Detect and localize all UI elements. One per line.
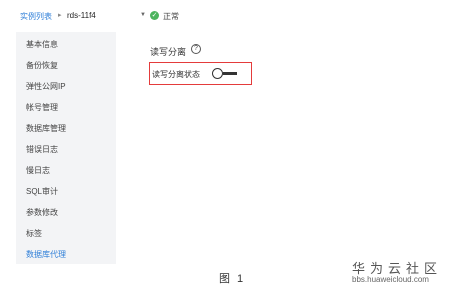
sidebar-item-database-proxy[interactable]: 数据库代理 (26, 249, 66, 260)
toggle-track (223, 72, 237, 75)
breadcrumb-separator-icon: ▸ (58, 12, 62, 19)
breadcrumb: 实例列表 ▸ rds-11f4 ▼ ✓ 正常 (0, 0, 450, 30)
sidebar-item-eip[interactable]: 弹性公网IP (26, 81, 66, 92)
watermark-url: bbs.huaweicloud.com (352, 275, 429, 284)
section-title: 读写分离 (150, 47, 187, 57)
status-text: 正常 (163, 12, 179, 21)
sidebar-item-basic-info[interactable]: 基本信息 (26, 39, 58, 50)
sidebar-item-tags[interactable]: 标签 (26, 228, 42, 239)
sidebar-item-slow-log[interactable]: 慢日志 (26, 165, 50, 176)
toggle-label: 读写分离状态 (152, 70, 200, 79)
status-check-icon: ✓ (150, 11, 159, 20)
sidebar-item-accounts[interactable]: 帐号管理 (26, 102, 58, 113)
read-write-split-toggle[interactable] (212, 68, 244, 79)
breadcrumb-instance-list-link[interactable]: 实例列表 (20, 11, 52, 22)
sidebar: 基本信息 备份恢复 弹性公网IP 帐号管理 数据库管理 错误日志 慢日志 SQL… (16, 32, 116, 264)
sidebar-item-sql-audit[interactable]: SQL审计 (26, 186, 58, 197)
chevron-down-icon[interactable]: ▼ (140, 12, 146, 18)
help-icon[interactable]: ? (191, 44, 201, 54)
sidebar-item-parameters[interactable]: 参数修改 (26, 207, 58, 218)
toggle-knob (212, 68, 223, 79)
sidebar-item-backup-restore[interactable]: 备份恢复 (26, 60, 58, 71)
sidebar-item-error-log[interactable]: 错误日志 (26, 144, 58, 155)
breadcrumb-instance-name: rds-11f4 (67, 11, 96, 20)
figure-caption: 图 1 (219, 273, 246, 285)
sidebar-item-database-management[interactable]: 数据库管理 (26, 123, 66, 134)
